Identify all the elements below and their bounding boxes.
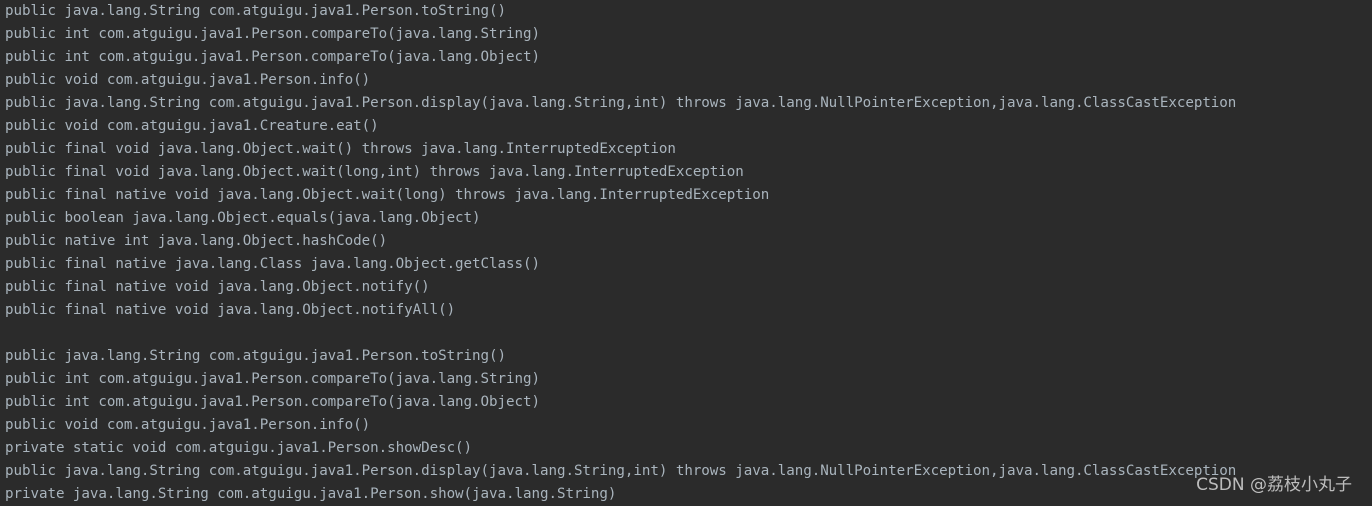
output-line: public java.lang.String com.atguigu.java… <box>5 95 1237 111</box>
output-line: public final native java.lang.Class java… <box>5 256 540 272</box>
output-line: public final native void java.lang.Objec… <box>5 279 430 295</box>
output-line: public java.lang.String com.atguigu.java… <box>5 348 507 364</box>
output-line: private static void com.atguigu.java1.Pe… <box>5 440 473 456</box>
output-line: public void com.atguigu.java1.Person.inf… <box>5 417 371 433</box>
output-line: public int com.atguigu.java1.Person.comp… <box>5 49 540 65</box>
output-line: public void com.atguigu.java1.Creature.e… <box>5 118 379 134</box>
console-output-pane[interactable]: public java.lang.String com.atguigu.java… <box>0 0 1372 505</box>
output-line: public native int java.lang.Object.hashC… <box>5 233 388 249</box>
output-line: private java.lang.String com.atguigu.jav… <box>5 486 617 502</box>
output-block-public-methods: public java.lang.String com.atguigu.java… <box>5 0 1372 322</box>
csdn-watermark: CSDN @荔枝小丸子 <box>1196 475 1352 495</box>
output-block-declared-methods: public java.lang.String com.atguigu.java… <box>5 345 1372 506</box>
output-line: public int com.atguigu.java1.Person.comp… <box>5 26 540 42</box>
output-line: public final void java.lang.Object.wait(… <box>5 141 676 157</box>
output-line: public final native void java.lang.Objec… <box>5 302 456 318</box>
output-line: public void com.atguigu.java1.Person.inf… <box>5 72 371 88</box>
output-line: public boolean java.lang.Object.equals(j… <box>5 210 481 226</box>
output-line: public java.lang.String com.atguigu.java… <box>5 3 507 19</box>
output-line: public final void java.lang.Object.wait(… <box>5 164 744 180</box>
output-line: public int com.atguigu.java1.Person.comp… <box>5 371 540 387</box>
output-blank-line <box>5 322 1372 345</box>
output-line: public java.lang.String com.atguigu.java… <box>5 463 1237 479</box>
output-line: public int com.atguigu.java1.Person.comp… <box>5 394 540 410</box>
output-line: public final native void java.lang.Objec… <box>5 187 770 203</box>
